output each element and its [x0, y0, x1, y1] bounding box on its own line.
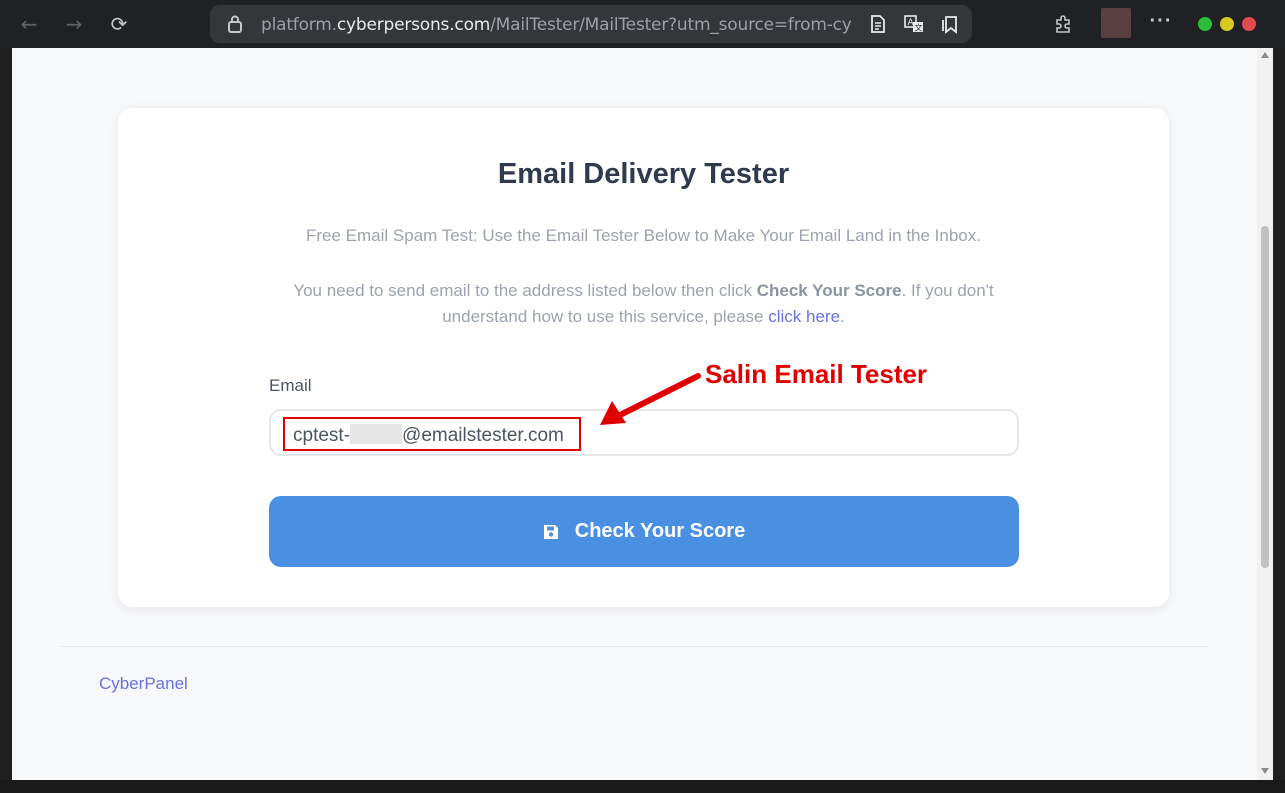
- tester-card: Email Delivery Tester Free Email Spam Te…: [118, 108, 1169, 607]
- scroll-thumb[interactable]: [1261, 226, 1269, 568]
- email-value: cptest- @emailstester.com: [293, 424, 564, 447]
- desktop-strip: [0, 780, 1285, 793]
- maximize-button[interactable]: [1220, 17, 1234, 31]
- more-menu-icon[interactable]: ···: [1148, 10, 1174, 36]
- email-label: Email: [269, 376, 312, 395]
- subtitle: Free Email Spam Test: Use the Email Test…: [306, 226, 981, 245]
- minimize-button[interactable]: [1198, 17, 1212, 31]
- save-icon: [543, 524, 558, 539]
- scroll-up-icon[interactable]: [1261, 52, 1269, 58]
- help-link[interactable]: click here: [768, 307, 840, 326]
- extensions-icon[interactable]: [1052, 13, 1074, 35]
- close-button[interactable]: [1242, 17, 1256, 31]
- forward-arrow-icon[interactable]: →: [60, 10, 88, 38]
- email-suffix: @emailstester.com: [402, 425, 564, 446]
- url-prefix: platform.: [261, 15, 337, 35]
- footer-cyberpanel-link[interactable]: CyberPanel: [99, 674, 188, 694]
- annotation-arrow-icon: [600, 373, 701, 425]
- profile-avatar[interactable]: [1101, 8, 1131, 38]
- page-content: Email Delivery Tester Free Email Spam Te…: [12, 48, 1257, 780]
- instructions-end: .: [840, 307, 845, 326]
- back-arrow-icon[interactable]: ←: [15, 10, 43, 38]
- svg-text:文: 文: [915, 23, 923, 33]
- reader-mode-icon[interactable]: [868, 14, 888, 34]
- scrollbar[interactable]: [1257, 48, 1273, 780]
- url-path: /MailTester/MailTester?utm_source=from-c…: [490, 15, 851, 35]
- check-score-button[interactable]: Check Your Score: [269, 496, 1019, 567]
- url-text[interactable]: platform.cyberpersons.com/MailTester/Mai…: [261, 15, 851, 35]
- redacted-block: [350, 424, 403, 444]
- instructions: You need to send email to the address li…: [268, 278, 1019, 330]
- address-bar[interactable]: platform.cyberpersons.com/MailTester/Mai…: [210, 5, 972, 43]
- annotation-label: Salin Email Tester: [705, 359, 928, 389]
- instructions-bold: Check Your Score: [756, 281, 902, 300]
- check-score-label: Check Your Score: [574, 520, 746, 542]
- page-title: Email Delivery Tester: [497, 158, 790, 190]
- collections-icon[interactable]: [940, 14, 960, 34]
- browser-toolbar: ← → ⟳ platform.cyberpersons.com/MailTest…: [0, 0, 1285, 48]
- email-prefix: cptest-: [293, 425, 351, 446]
- footer-divider: [61, 646, 1209, 647]
- translate-icon[interactable]: A 文: [904, 14, 924, 34]
- instructions-text-1: You need to send email to the address li…: [293, 281, 757, 300]
- annotation-highlight-box: cptest- @emailstester.com: [283, 417, 581, 451]
- url-domain: cyberpersons.com: [336, 15, 491, 35]
- scroll-down-icon[interactable]: [1261, 768, 1269, 774]
- reload-icon[interactable]: ⟳: [105, 10, 133, 38]
- lock-icon[interactable]: [228, 15, 242, 33]
